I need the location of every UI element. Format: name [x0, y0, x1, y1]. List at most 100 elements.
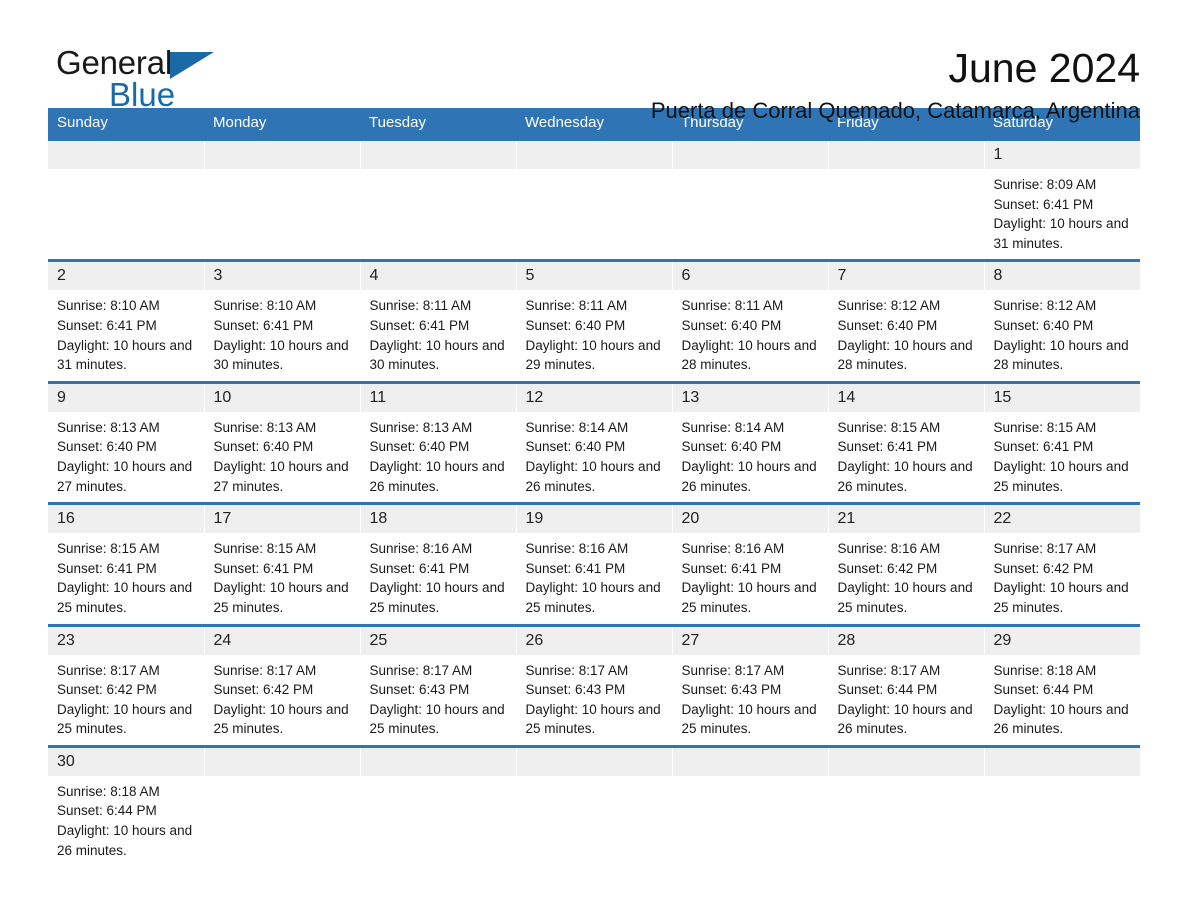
daylight-text: Daylight: 10 hours and 26 minutes.: [369, 458, 505, 494]
sunrise-text: Sunrise: 8:14 AM: [525, 419, 629, 435]
calendar-day-cell[interactable]: 14 Sunrise: 8:15 AM Sunset: 6:41 PM Dayligh…: [827, 380, 984, 504]
day-number: 23: [48, 626, 204, 655]
calendar-day-cell-empty: [983, 744, 1140, 867]
sunrise-text: Sunrise: 8:18 AM: [57, 783, 160, 799]
sunrise-sunset-calendar: Sunday Monday Tuesday Wednesday Thursday Frid…: [48, 108, 1141, 867]
daylight-text: Daylight: 10 hours and 26 minutes.: [681, 458, 817, 494]
day-details: Sunrise: 8:17 AM Sunset: 6:42 PM Daylight:…: [205, 655, 360, 745]
day-details: Sunrise: 8:10 AM Sunset: 6:41 PM Daylight:…: [48, 290, 204, 380]
calendar-day-cell[interactable]: 13 Sunrise: 8:14 AM Sunset: 6:40 PM Dayligh…: [671, 380, 828, 504]
calendar-day-cell[interactable]: 19 Sunrise: 8:16 AM Sunset: 6:41 PM Dayligh…: [515, 502, 672, 625]
calendar-day-cell[interactable]: 22 Sunrise: 8:17 AM Sunset: 6:42 PM Dayligh…: [983, 502, 1140, 625]
calendar-day-cell[interactable]: 9 Sunrise: 8:13 AM Sunset: 6:40 PM Daylight…: [48, 380, 204, 504]
calendar-day-cell[interactable]: 15 Sunrise: 8:15 AM Sunset: 6:41 PM Dayligh…: [983, 380, 1140, 504]
calendar-day-cell-empty: [671, 137, 828, 261]
sunset-text: Sunset: 6:42 PM: [213, 682, 314, 698]
daylight-text: Daylight: 10 hours and 27 minutes.: [213, 458, 349, 494]
calendar-day-cell[interactable]: 5 Sunrise: 8:11 AM Sunset: 6:40 PM Daylight…: [515, 259, 672, 383]
daylight-text: Daylight: 10 hours and 25 minutes.: [681, 701, 817, 737]
daylight-text: Daylight: 10 hours and 25 minutes.: [369, 580, 505, 615]
sunrise-text: Sunrise: 8:16 AM: [525, 541, 629, 557]
daylight-text: Daylight: 10 hours and 30 minutes.: [213, 337, 349, 373]
daylight-text: Daylight: 10 hours and 26 minutes.: [837, 701, 973, 737]
day-number: [360, 747, 516, 776]
calendar-day-cell[interactable]: 24 Sunrise: 8:17 AM Sunset: 6:42 PM Dayligh…: [203, 623, 360, 747]
calendar-day-cell[interactable]: 3 Sunrise: 8:10 AM Sunset: 6:41 PM Daylight…: [203, 259, 360, 383]
day-number: 4: [360, 262, 516, 291]
calendar-day-cell[interactable]: 12 Sunrise: 8:14 AM Sunset: 6:40 PM Dayligh…: [515, 380, 672, 504]
sunset-text: Sunset: 6:42 PM: [993, 560, 1094, 576]
calendar-day-cell-empty: [671, 744, 828, 867]
calendar-day-cell[interactable]: 20 Sunrise: 8:16 AM Sunset: 6:41 PM Dayligh…: [671, 502, 828, 625]
calendar-page: General Blue June 2024 Puerta de Corral …: [0, 0, 1188, 918]
daylight-text: Daylight: 10 hours and 31 minutes.: [57, 337, 193, 373]
calendar-day-cell[interactable]: 23 Sunrise: 8:17 AM Sunset: 6:42 PM Dayligh…: [48, 623, 204, 747]
day-details: Sunrise: 8:12 AM Sunset: 6:40 PM Daylight:…: [829, 290, 984, 380]
sunrise-text: Sunrise: 8:15 AM: [213, 541, 317, 557]
sunset-text: Sunset: 6:42 PM: [57, 682, 157, 698]
day-number: 17: [204, 505, 360, 534]
logo-triangle-icon: [170, 52, 215, 79]
daylight-text: Daylight: 10 hours and 25 minutes.: [57, 580, 193, 615]
sunset-text: Sunset: 6:40 PM: [681, 317, 782, 333]
day-number: [204, 141, 360, 169]
calendar-day-cell[interactable]: 28 Sunrise: 8:17 AM Sunset: 6:44 PM Dayligh…: [827, 623, 984, 747]
general-blue-logo[interactable]: General Blue: [56, 44, 356, 114]
calendar-day-cell[interactable]: 2 Sunrise: 8:10 AM Sunset: 6:41 PM Daylight…: [48, 259, 204, 383]
day-details: Sunrise: 8:11 AM Sunset: 6:40 PM Daylight:…: [673, 290, 828, 380]
sunrise-text: Sunrise: 8:16 AM: [681, 541, 785, 557]
calendar-week-row: 1 Sunrise: 8:09 AM Sunset: 6:41 PM Daylight…: [48, 137, 1140, 261]
sunset-text: Sunset: 6:41 PM: [993, 196, 1094, 212]
day-number: 28: [828, 626, 984, 655]
day-number: 24: [204, 626, 360, 655]
calendar-day-cell[interactable]: 27 Sunrise: 8:17 AM Sunset: 6:43 PM Dayligh…: [671, 623, 828, 747]
day-number: 7: [828, 262, 984, 291]
sunrise-text: Sunrise: 8:17 AM: [57, 662, 160, 678]
calendar-day-cell[interactable]: 17 Sunrise: 8:15 AM Sunset: 6:41 PM Dayligh…: [203, 502, 360, 625]
sunrise-text: Sunrise: 8:15 AM: [837, 419, 941, 435]
calendar-day-cell[interactable]: 8 Sunrise: 8:12 AM Sunset: 6:40 PM Daylight…: [983, 259, 1140, 383]
sunset-text: Sunset: 6:42 PM: [837, 560, 938, 576]
calendar-day-cell[interactable]: 18 Sunrise: 8:16 AM Sunset: 6:41 PM Dayligh…: [359, 502, 516, 625]
calendar-day-cell[interactable]: 30 Sunrise: 8:18 AM Sunset: 6:44 PM Dayligh…: [48, 744, 204, 867]
calendar-day-cell[interactable]: 4 Sunrise: 8:11 AM Sunset: 6:41 PM Daylight…: [359, 259, 516, 383]
calendar-day-cell[interactable]: 16 Sunrise: 8:15 AM Sunset: 6:41 PM Dayligh…: [48, 502, 204, 625]
calendar-day-cell-empty: [827, 744, 984, 867]
calendar-day-cell[interactable]: 1 Sunrise: 8:09 AM Sunset: 6:41 PM Daylight…: [983, 137, 1140, 261]
day-number: 16: [48, 505, 204, 534]
calendar-day-cell[interactable]: 21 Sunrise: 8:16 AM Sunset: 6:42 PM Dayligh…: [827, 502, 984, 625]
sunrise-text: Sunrise: 8:17 AM: [525, 662, 629, 678]
calendar-day-cell[interactable]: 11 Sunrise: 8:13 AM Sunset: 6:40 PM Dayligh…: [359, 380, 516, 504]
logo-top-row: General: [56, 44, 356, 82]
daylight-text: Daylight: 10 hours and 25 minutes.: [213, 580, 349, 615]
daylight-text: Daylight: 10 hours and 26 minutes.: [837, 458, 973, 494]
calendar-day-cell[interactable]: 10 Sunrise: 8:13 AM Sunset: 6:40 PM Dayligh…: [203, 380, 360, 504]
day-details: Sunrise: 8:18 AM Sunset: 6:44 PM Daylight:…: [48, 776, 204, 866]
calendar-day-cell[interactable]: 26 Sunrise: 8:17 AM Sunset: 6:43 PM Dayligh…: [515, 623, 672, 747]
sunset-text: Sunset: 6:41 PM: [681, 560, 782, 576]
sunset-text: Sunset: 6:40 PM: [57, 439, 157, 455]
day-number: [828, 747, 984, 776]
calendar-day-cell[interactable]: 7 Sunrise: 8:12 AM Sunset: 6:40 PM Daylight…: [827, 259, 984, 383]
calendar-day-cell[interactable]: 25 Sunrise: 8:17 AM Sunset: 6:43 PM Dayligh…: [359, 623, 516, 747]
daylight-text: Daylight: 10 hours and 25 minutes.: [525, 580, 661, 615]
day-details: Sunrise: 8:16 AM Sunset: 6:41 PM Daylight:…: [361, 533, 516, 623]
sunset-text: Sunset: 6:43 PM: [369, 682, 470, 698]
day-number: 14: [828, 383, 984, 412]
calendar-week-row: 16 Sunrise: 8:15 AM Sunset: 6:41 PM Dayligh…: [48, 502, 1140, 625]
day-details: Sunrise: 8:18 AM Sunset: 6:44 PM Daylight:…: [985, 655, 1141, 745]
day-number: [984, 747, 1140, 776]
sunset-text: Sunset: 6:43 PM: [681, 682, 782, 698]
sunrise-text: Sunrise: 8:11 AM: [525, 298, 628, 314]
sunset-text: Sunset: 6:44 PM: [993, 682, 1094, 698]
calendar-day-cell[interactable]: 6 Sunrise: 8:11 AM Sunset: 6:40 PM Daylight…: [671, 259, 828, 383]
sunset-text: Sunset: 6:40 PM: [681, 439, 782, 455]
day-details: Sunrise: 8:15 AM Sunset: 6:41 PM Daylight:…: [829, 412, 984, 502]
calendar-day-cell[interactable]: 29 Sunrise: 8:18 AM Sunset: 6:44 PM Dayligh…: [983, 623, 1141, 747]
daylight-text: Daylight: 10 hours and 25 minutes.: [369, 701, 505, 737]
sunset-text: Sunset: 6:41 PM: [57, 560, 157, 576]
day-details: Sunrise: 8:13 AM Sunset: 6:40 PM Daylight:…: [361, 412, 516, 502]
sunset-text: Sunset: 6:40 PM: [369, 439, 470, 455]
day-number: 15: [984, 383, 1140, 412]
daylight-text: Daylight: 10 hours and 31 minutes.: [993, 216, 1129, 251]
